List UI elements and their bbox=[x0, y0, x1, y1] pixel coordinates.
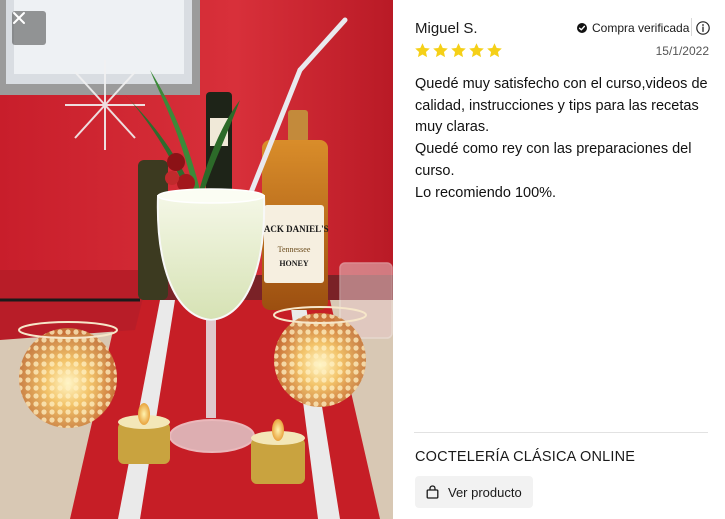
check-circle-icon bbox=[577, 23, 587, 33]
star-rating bbox=[414, 42, 503, 59]
close-icon bbox=[13, 12, 25, 24]
review-date: 15/1/2022 bbox=[655, 44, 709, 58]
section-divider bbox=[414, 432, 708, 433]
info-icon bbox=[696, 21, 710, 35]
star-icon bbox=[487, 43, 502, 58]
review-text: Quedé muy satisfecho con el curso,videos… bbox=[415, 74, 711, 204]
bag-icon bbox=[426, 485, 439, 499]
bottle-label-sub: Tennessee bbox=[278, 245, 311, 254]
header-divider bbox=[691, 18, 692, 36]
view-product-button[interactable]: Ver producto bbox=[415, 476, 533, 508]
photo-illustration: JACK DANIEL'S Tennessee HONEY bbox=[0, 0, 393, 519]
star-icon bbox=[469, 43, 484, 58]
review-panel: Miguel S. Compra verificada 15/1/2022 Qu… bbox=[393, 0, 725, 519]
reviewer-name: Miguel S. bbox=[415, 20, 478, 37]
verified-badge: Compra verificada bbox=[577, 21, 689, 35]
info-button[interactable] bbox=[695, 20, 711, 36]
product-title: COCTELERÍA CLÁSICA ONLINE bbox=[415, 449, 636, 465]
bottle-label-brand: JACK DANIEL'S bbox=[259, 224, 328, 234]
bottle-label-flavor: HONEY bbox=[279, 259, 309, 268]
review-photo: JACK DANIEL'S Tennessee HONEY bbox=[0, 0, 393, 519]
star-icon bbox=[433, 43, 448, 58]
verified-label: Compra verificada bbox=[592, 21, 690, 35]
review-paragraph: Lo recomiendo 100%. bbox=[415, 184, 557, 201]
review-paragraph: Quedé muy satisfecho con el curso,videos… bbox=[415, 76, 708, 136]
star-icon bbox=[451, 43, 466, 58]
close-button[interactable] bbox=[12, 11, 46, 45]
view-product-label: Ver producto bbox=[448, 484, 522, 500]
review-paragraph: Quedé como rey con las preparaciones del… bbox=[415, 141, 692, 179]
star-icon bbox=[415, 43, 430, 58]
